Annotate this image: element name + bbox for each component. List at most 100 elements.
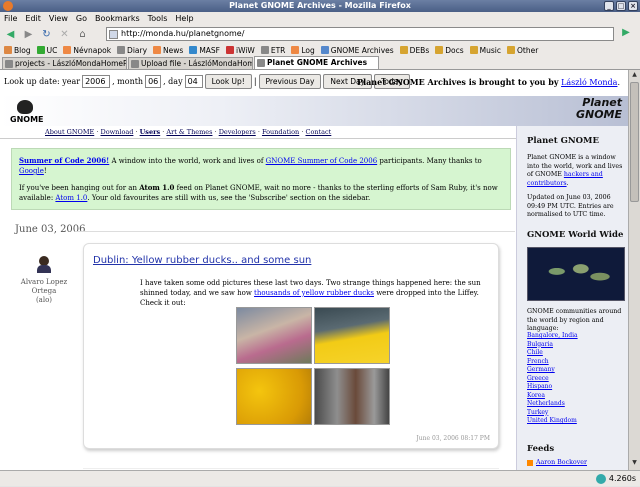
feed-link[interactable]: Aaron Bockover <box>536 459 587 466</box>
go-icon[interactable]: ▶ <box>618 27 634 41</box>
region-link[interactable]: Hispano <box>527 383 552 390</box>
sidebar-heading-planet: Planet GNOME <box>527 136 599 146</box>
post-title-link[interactable]: Dublin: Yellow rubber ducks.. and some s… <box>93 255 311 266</box>
bookmark-diary[interactable]: Diary <box>117 46 147 55</box>
gnome-foot-icon <box>17 100 33 114</box>
back-icon[interactable]: ◀ <box>3 27 18 42</box>
region-link[interactable]: Chile <box>527 349 543 356</box>
photo-ducks-river[interactable] <box>314 307 390 364</box>
bookmark-label: Blog <box>14 45 31 55</box>
year-input[interactable] <box>82 75 111 88</box>
region-link[interactable]: Turkey <box>527 409 548 416</box>
bookmark-label: Other <box>517 45 539 55</box>
lookup-month-label: , month <box>112 77 144 86</box>
bookmark-uc[interactable]: UC <box>36 46 57 55</box>
menu-edit[interactable]: Edit <box>25 12 41 25</box>
rss-icon[interactable] <box>527 459 533 466</box>
menu-help[interactable]: Help <box>175 12 193 25</box>
minimize-icon[interactable]: _ <box>604 1 614 11</box>
rubber-ducks-link[interactable]: thousands of yellow rubber ducks <box>254 289 374 297</box>
list-item: Bangalore, India <box>527 332 578 341</box>
region-link[interactable]: Korea <box>527 392 545 399</box>
bookmark-etr[interactable]: ETR <box>260 46 285 55</box>
nav-download[interactable]: Download <box>100 128 133 136</box>
sidebar-updated: Updated on June 03, 2006 09:49 PM UTC. E… <box>527 194 614 218</box>
post-author: Alvaro Lopez Ortega (alo) <box>14 256 74 305</box>
reload-icon[interactable]: ↻ <box>39 27 54 42</box>
tab-strip: projects - LászlóMondaHomePage Upload fi… <box>0 56 640 70</box>
menu-tools[interactable]: Tools <box>148 12 168 25</box>
tab-planet-gnome-archives[interactable]: Planet GNOME Archives <box>254 56 379 69</box>
region-link[interactable]: Greece <box>527 375 549 382</box>
region-link[interactable]: United Kingdom <box>527 417 577 424</box>
bookmark-iwiw[interactable]: iWiW <box>226 46 255 55</box>
bookmark-log[interactable]: Log <box>291 46 315 55</box>
bookmark-n-vnapok[interactable]: Névnapok <box>63 46 111 55</box>
nav-developers[interactable]: Developers <box>219 128 256 136</box>
sidebar-heading-world: GNOME World Wide <box>527 230 624 240</box>
photo-ducks-closeup[interactable] <box>236 368 312 425</box>
bookmark-other[interactable]: Other <box>507 46 538 55</box>
nav-about-gnome[interactable]: About GNOME <box>45 128 94 136</box>
forward-icon[interactable]: ▶ <box>21 27 36 42</box>
region-link[interactable]: Bulgaria <box>527 341 553 348</box>
menu-bookmarks[interactable]: Bookmarks <box>95 12 140 25</box>
bookmark-news[interactable]: News <box>153 46 183 55</box>
tab-upload-file[interactable]: Upload file - LászlóMondaHomeP... <box>128 57 253 69</box>
world-map-image[interactable] <box>527 247 625 301</box>
region-link[interactable]: Netherlands <box>527 400 565 407</box>
nav-art-themes[interactable]: Art & Themes <box>166 128 212 136</box>
scrollbar-thumb[interactable] <box>630 82 639 202</box>
region-link[interactable]: French <box>527 358 549 365</box>
scroll-up-icon[interactable]: ▲ <box>630 71 639 81</box>
close-icon[interactable]: × <box>628 1 638 11</box>
bookmark-gnome-archives[interactable]: GNOME Archives <box>320 46 394 55</box>
bookmarks-toolbar: Blog UC Névnapok Diary News MASF iWiW ETR Log GNO… <box>0 43 640 57</box>
atom-text: If you've been hanging out for an <box>19 184 140 192</box>
nav-users[interactable]: Users <box>140 128 161 136</box>
menu-view[interactable]: View <box>49 12 68 25</box>
scroll-down-icon[interactable]: ▼ <box>630 459 639 469</box>
avatar <box>37 256 51 274</box>
nav-separator: · <box>96 128 99 136</box>
soc-link[interactable]: Summer of Code 2006! <box>19 156 109 165</box>
region-link[interactable]: Germany <box>527 366 555 373</box>
soc-participants-link[interactable]: GNOME Summer of Code 2006 <box>266 157 378 165</box>
bookmark-blog[interactable]: Blog <box>4 46 31 55</box>
menu-file[interactable]: File <box>4 12 17 25</box>
list-item: Germany <box>527 366 578 375</box>
nav-foundation[interactable]: Foundation <box>262 128 299 136</box>
google-link[interactable]: Google <box>19 167 44 175</box>
atom-text: . Your old favourites are still with us,… <box>87 194 371 202</box>
vertical-scrollbar[interactable]: ▲ ▼ <box>628 70 640 470</box>
bookmark-music[interactable]: Music <box>469 46 501 55</box>
url-bar[interactable]: http://monda.hu/planetgnome/ <box>106 27 614 41</box>
bookmark-debs[interactable]: DEBs <box>399 46 429 55</box>
month-input[interactable] <box>145 75 162 88</box>
nav-contact[interactable]: Contact <box>305 128 331 136</box>
photo-people-street[interactable] <box>236 307 312 364</box>
credit-author-link[interactable]: László Monda <box>561 78 617 87</box>
atom-bold: Atom 1.0 <box>139 183 175 192</box>
day-input[interactable] <box>184 75 203 88</box>
previous-day-button[interactable]: Previous Day <box>258 74 322 89</box>
list-item: Bulgaria <box>527 341 578 350</box>
bookmark-label: Docs <box>445 45 464 55</box>
home-icon[interactable]: ⌂ <box>75 27 90 42</box>
stop-icon[interactable]: ✕ <box>57 27 72 42</box>
gnome-logo[interactable]: GNOME <box>10 100 44 124</box>
region-link[interactable]: Bangalore, India <box>527 332 578 339</box>
list-item: Netherlands <box>527 400 578 409</box>
bookmark-icon <box>399 46 408 54</box>
bookmark-docs[interactable]: Docs <box>435 45 464 55</box>
look-up-button[interactable]: Look Up! <box>204 74 252 89</box>
bookmark-icon <box>260 46 269 54</box>
menu-go[interactable]: Go <box>76 12 87 25</box>
atom-feed-link[interactable]: Atom 1.0 <box>55 194 87 202</box>
sidebar-communities-text: GNOME communities around the world by re… <box>527 308 622 332</box>
bookmark-masf[interactable]: MASF <box>189 46 220 55</box>
maximize-icon[interactable]: □ <box>616 1 626 11</box>
sidebar-heading-feeds: Feeds <box>527 444 555 454</box>
photo-phone-booth[interactable] <box>314 368 390 425</box>
tab-projects[interactable]: projects - LászlóMondaHomePage <box>2 57 127 69</box>
